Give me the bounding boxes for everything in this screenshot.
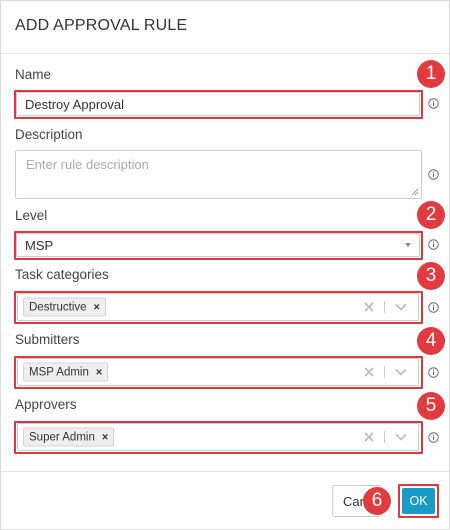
tag-label: MSP Admin — [29, 366, 89, 378]
name-input-value: Destroy Approval — [25, 96, 124, 112]
separator — [384, 366, 385, 378]
approver-tag: Super Admin × — [23, 427, 115, 447]
resize-grip-icon[interactable] — [411, 188, 419, 196]
info-icon[interactable] — [428, 239, 439, 250]
clear-icon[interactable] — [364, 367, 374, 377]
chevron-down-icon[interactable] — [395, 303, 407, 311]
task-category-tag: Destructive × — [23, 297, 106, 317]
description-textarea[interactable]: Enter rule description — [15, 150, 422, 199]
task-categories-label: Task categories — [15, 267, 109, 282]
chevron-down-icon[interactable] — [395, 368, 407, 376]
level-select-value: MSP — [25, 237, 54, 253]
clear-icon[interactable] — [364, 302, 374, 312]
add-approval-rule-dialog: ADD APPROVAL RULE Name Destroy Approval … — [0, 0, 450, 530]
clear-icon[interactable] — [364, 432, 374, 442]
name-label: Name — [15, 67, 52, 82]
description-placeholder: Enter rule description — [26, 157, 149, 172]
caret-down-icon — [405, 243, 411, 247]
info-icon[interactable] — [428, 432, 439, 443]
ok-button[interactable]: OK — [402, 488, 435, 514]
annotation-badge-1: 1 — [417, 60, 445, 88]
level-label: Level — [15, 208, 48, 223]
level-select[interactable]: MSP — [16, 233, 420, 257]
info-icon[interactable] — [428, 367, 439, 378]
tag-remove-icon[interactable]: × — [102, 431, 108, 443]
approvers-multiselect[interactable]: Super Admin × — [17, 423, 419, 451]
annotation-badge-2: 2 — [417, 201, 445, 229]
footer-divider — [1, 471, 449, 472]
separator — [384, 431, 385, 443]
tag-remove-icon[interactable]: × — [94, 301, 100, 313]
chevron-down-icon[interactable] — [395, 433, 407, 441]
info-icon[interactable] — [428, 169, 439, 180]
task-categories-multiselect[interactable]: Destructive × — [17, 293, 419, 321]
tag-label: Destructive — [29, 301, 87, 313]
title-divider — [1, 53, 449, 54]
tag-remove-icon[interactable]: × — [96, 366, 102, 378]
annotation-badge-4: 4 — [417, 327, 445, 355]
tag-label: Super Admin — [29, 431, 95, 443]
info-icon[interactable] — [428, 302, 439, 313]
description-label: Description — [15, 127, 83, 142]
separator — [384, 301, 385, 313]
annotation-badge-3: 3 — [417, 262, 445, 290]
approvers-label: Approvers — [15, 397, 77, 412]
annotation-badge-6: 6 — [363, 487, 391, 515]
dialog-title: ADD APPROVAL RULE — [15, 17, 188, 34]
submitters-label: Submitters — [15, 332, 80, 347]
name-input[interactable]: Destroy Approval — [16, 92, 420, 116]
submitter-tag: MSP Admin × — [23, 362, 109, 382]
info-icon[interactable] — [428, 98, 439, 109]
submitters-multiselect[interactable]: MSP Admin × — [17, 358, 419, 386]
annotation-badge-5: 5 — [417, 392, 445, 420]
